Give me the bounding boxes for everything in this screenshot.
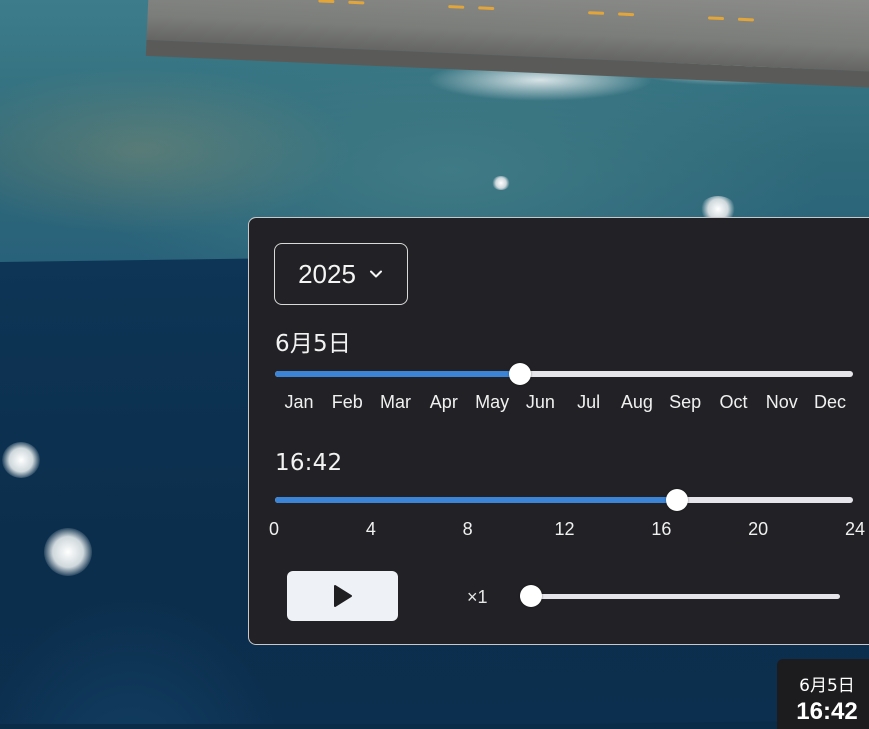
time-label: 16:42 xyxy=(275,450,343,476)
month-label: Apr xyxy=(429,392,458,412)
badge-time: 16:42 xyxy=(796,698,858,725)
month-label: Aug xyxy=(620,392,653,412)
speed-slider[interactable] xyxy=(520,594,840,599)
speed-label: ×1 xyxy=(467,587,488,607)
time-control-panel: 2025 6月5日 Jan Feb Mar Apr May Jun Jul Aug Sep Oct… xyxy=(248,217,869,645)
hour-label: 0 xyxy=(268,519,280,539)
play-icon xyxy=(333,585,352,607)
date-slider[interactable] xyxy=(275,371,853,377)
hour-label: 16 xyxy=(651,519,672,539)
month-label: Nov xyxy=(765,392,798,412)
date-label: 6月5日 xyxy=(275,331,352,357)
month-label: Feb xyxy=(331,392,363,412)
year-select[interactable]: 2025 xyxy=(274,243,408,305)
play-button[interactable] xyxy=(287,571,398,621)
date-slider-thumb[interactable] xyxy=(509,363,532,385)
time-slider[interactable] xyxy=(275,497,853,503)
current-time-badge: 6月5日 16:42 xyxy=(777,659,869,729)
month-label: Oct xyxy=(719,392,748,412)
date-slider-fill xyxy=(275,371,521,377)
hour-label: 20 xyxy=(748,519,769,539)
month-label: Jun xyxy=(525,392,555,412)
month-label: May xyxy=(475,392,510,412)
time-slider-thumb[interactable] xyxy=(666,489,689,511)
year-value: 2025 xyxy=(298,258,356,289)
month-label: Jul xyxy=(577,392,601,412)
hour-label: 24 xyxy=(844,519,866,539)
month-label: Jan xyxy=(284,392,314,412)
hour-label: 4 xyxy=(365,519,376,539)
rock xyxy=(492,176,510,190)
rock xyxy=(2,442,40,478)
month-label: Mar xyxy=(380,392,412,412)
month-label: Dec xyxy=(813,392,847,412)
rock xyxy=(44,528,92,576)
chevron-down-icon xyxy=(369,270,382,278)
time-slider-fill xyxy=(275,497,678,503)
hour-label: 8 xyxy=(462,519,473,539)
month-label: Sep xyxy=(669,392,702,412)
badge-date: 6月5日 xyxy=(799,676,855,696)
hour-label: 12 xyxy=(554,519,575,539)
speed-slider-thumb[interactable] xyxy=(520,585,542,607)
